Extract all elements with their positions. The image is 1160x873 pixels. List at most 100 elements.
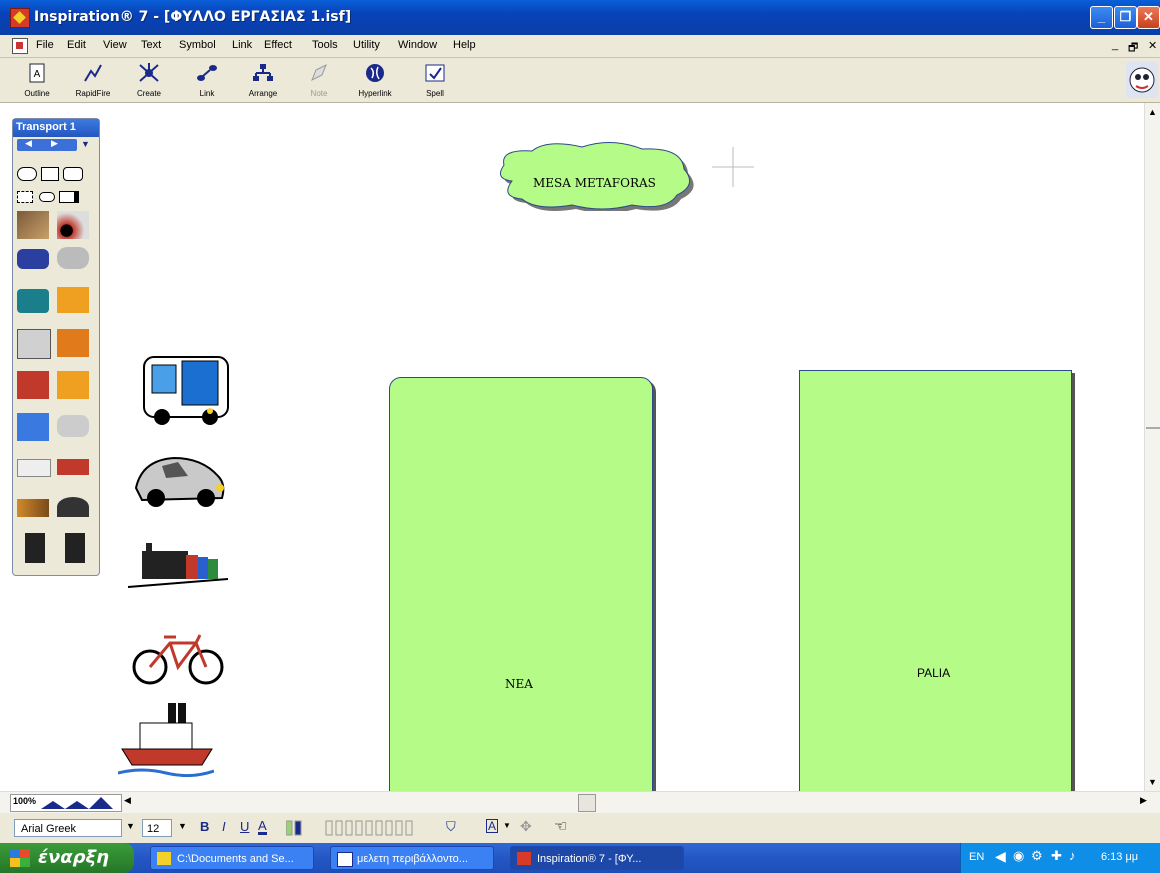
shape-shadow-icon[interactable] [59, 191, 79, 203]
shape-rect-icon[interactable] [41, 167, 59, 181]
outline-button[interactable]: A Outline [12, 60, 62, 98]
menu-tools[interactable]: Tools [312, 39, 338, 51]
diagram-canvas[interactable]: MESA METAFORAS NEA PALIA [0, 103, 1144, 802]
menu-effect[interactable]: Effect [264, 39, 292, 51]
symbol-motorcycle-icon[interactable] [57, 211, 89, 239]
bold-button[interactable]: B [200, 819, 209, 834]
menu-symbol[interactable]: Symbol [179, 39, 216, 51]
shape-rounded-icon[interactable] [63, 167, 83, 181]
symbol-police-car-icon[interactable] [57, 415, 89, 437]
doc-minimize-button[interactable]: _ [1112, 39, 1118, 51]
vertical-scroll-thumb[interactable] [1146, 427, 1160, 429]
shape-ellipse-icon[interactable] [39, 192, 55, 202]
menu-file[interactable]: File [36, 39, 54, 51]
font-dropdown-icon[interactable]: ▼ [126, 821, 135, 831]
shape-text-icon[interactable] [17, 191, 33, 203]
start-button[interactable]: έναρξη [0, 843, 134, 873]
underline-button[interactable]: U [240, 819, 249, 834]
palette-prev-icon[interactable]: ◀ [25, 138, 32, 149]
symbol-car-blue-icon[interactable] [17, 249, 49, 269]
palette-menu-icon[interactable]: ▼ [81, 139, 90, 149]
scroll-left-icon[interactable]: ◀ [124, 795, 131, 806]
arrange-label: Arrange [248, 89, 278, 98]
note-button[interactable]: Note [294, 60, 344, 98]
symbol-palette[interactable]: Transport 1 ◀ ▶ ▼ [12, 118, 100, 576]
menu-link[interactable]: Link [232, 39, 252, 51]
symbol-carriage-icon[interactable] [17, 211, 49, 239]
symbol-tank-icon[interactable] [57, 497, 89, 517]
font-size-select[interactable]: 12 [142, 819, 172, 837]
symbol-truck-yellow-icon[interactable] [57, 287, 89, 313]
menu-window[interactable]: Window [398, 39, 437, 51]
symbol-car-front-icon[interactable] [25, 533, 45, 563]
close-button[interactable]: ✕ [1137, 6, 1160, 29]
text-button[interactable]: A [486, 819, 499, 833]
language-indicator[interactable]: EN [969, 851, 984, 863]
font-select[interactable]: Arial Greek [14, 819, 122, 837]
tray-sound-icon[interactable]: ♪ [1069, 848, 1076, 863]
nea-box[interactable] [389, 377, 653, 799]
app-icon[interactable] [10, 8, 30, 28]
hyperlink-button[interactable]: Hyperlink [350, 60, 400, 98]
menu-help[interactable]: Help [453, 39, 476, 51]
rapidfire-button[interactable]: RapidFire [68, 60, 118, 98]
text-style-icon[interactable]: ⛉ [446, 819, 456, 835]
symbol-truck-orange-icon[interactable] [57, 329, 89, 357]
symbol-truck-white-icon[interactable] [17, 329, 51, 359]
arrange-button[interactable]: Arrange [238, 60, 288, 98]
tray-arrow-icon[interactable]: ◀ [995, 848, 1006, 865]
vertical-scrollbar[interactable]: ▲ ▼ [1144, 103, 1160, 791]
hand-tool-icon[interactable]: ☜ [554, 817, 567, 835]
task-explorer[interactable]: C:\Documents and Se... [150, 846, 314, 870]
menu-edit[interactable]: Edit [67, 39, 86, 51]
menu-text[interactable]: Text [141, 39, 161, 51]
spell-button[interactable]: Spell [410, 60, 460, 98]
horizontal-scrollbar[interactable]: 100% ◀ ▶ [0, 791, 1160, 813]
link-button[interactable]: Link [182, 60, 232, 98]
ship-symbol[interactable] [118, 701, 214, 777]
italic-button[interactable]: I [222, 819, 226, 834]
zoom-slider-icon[interactable] [41, 797, 113, 809]
menu-view[interactable]: View [103, 39, 127, 51]
car-symbol[interactable] [132, 448, 228, 514]
symbol-ambulance-icon[interactable] [17, 459, 51, 477]
tray-network-icon[interactable]: ◉ [1013, 848, 1024, 864]
maximize-button[interactable]: ❐ [1114, 6, 1137, 29]
scroll-down-icon[interactable]: ▼ [1148, 777, 1157, 787]
shape-oval-icon[interactable] [17, 167, 37, 181]
symbol-limo-icon[interactable] [57, 459, 89, 475]
doc-close-button[interactable]: ✕ [1148, 39, 1157, 52]
assistant-icon[interactable] [1126, 62, 1158, 98]
symbol-schoolbus-icon[interactable] [57, 371, 89, 399]
move-icon[interactable]: ✥ [520, 818, 532, 835]
symbol-firetruck-icon[interactable] [17, 371, 49, 399]
task-word[interactable]: μελετη περιβάλλοντο... [330, 846, 494, 870]
document-icon[interactable] [12, 38, 28, 54]
train-symbol[interactable] [128, 535, 228, 593]
task-inspiration[interactable]: Inspiration® 7 - [ΦΥ... [510, 846, 684, 870]
bicycle-symbol[interactable] [130, 629, 226, 693]
symbol-car-grey-icon[interactable] [57, 247, 89, 269]
line-style-icons[interactable] [286, 819, 436, 837]
tray-security-icon[interactable]: ✚ [1051, 848, 1062, 864]
palette-next-icon[interactable]: ▶ [51, 138, 58, 149]
doc-restore-button[interactable]: 🗗 [1128, 39, 1138, 58]
symbol-car-back-icon[interactable] [65, 533, 85, 563]
minimize-button[interactable]: _ [1090, 6, 1113, 29]
palia-box[interactable] [799, 370, 1072, 802]
symbol-bus-icon[interactable] [17, 413, 49, 441]
zoom-control[interactable]: 100% [10, 794, 122, 812]
create-button[interactable]: Create [124, 60, 174, 98]
text-dropdown-icon[interactable]: ▼ [503, 821, 511, 830]
tray-app-icon[interactable]: ⚙ [1031, 848, 1043, 864]
text-color-button[interactable]: A [258, 819, 267, 835]
size-dropdown-icon[interactable]: ▼ [178, 821, 187, 831]
scroll-right-icon[interactable]: ▶ [1140, 795, 1147, 806]
palette-nav[interactable]: ◀ ▶ [17, 138, 77, 151]
symbol-racecar-icon[interactable] [17, 499, 49, 517]
horizontal-scroll-thumb[interactable] [578, 794, 596, 812]
symbol-van-icon[interactable] [17, 289, 49, 313]
scroll-up-icon[interactable]: ▲ [1148, 107, 1157, 117]
bus-symbol[interactable] [140, 351, 232, 431]
menu-utility[interactable]: Utility [353, 39, 380, 51]
